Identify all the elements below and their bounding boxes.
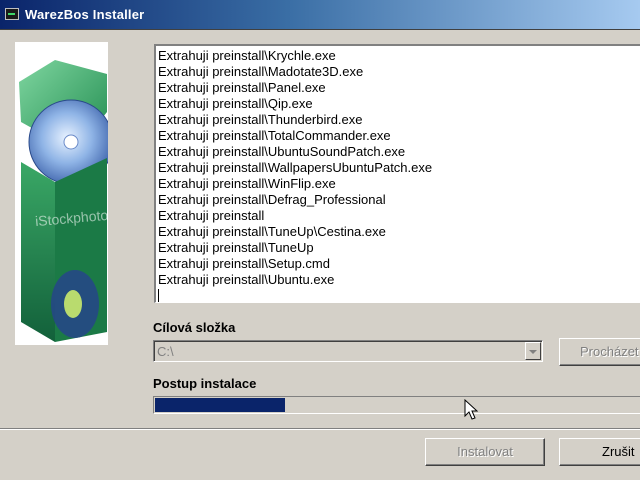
footer-separator (0, 428, 640, 430)
cancel-button[interactable]: Zrušit (559, 438, 640, 466)
log-line: Extrahuji preinstall\TotalCommander.exe (158, 128, 391, 143)
log-line: Extrahuji preinstall\Qip.exe (158, 96, 313, 111)
log-line: Extrahuji preinstall\Thunderbird.exe (158, 112, 363, 127)
log-line: Extrahuji preinstall\UbuntuSoundPatch.ex… (158, 144, 406, 159)
cd-box-graphic (19, 60, 108, 342)
log-line: Extrahuji preinstall\TuneUp (158, 240, 314, 255)
chevron-down-icon[interactable] (525, 342, 541, 360)
title-bar: WarezBos Installer (0, 0, 640, 30)
window-title: WarezBos Installer (25, 7, 145, 22)
target-folder-value: C:\ (157, 344, 174, 359)
log-line: Extrahuji preinstall\Madotate3D.exe (158, 64, 364, 79)
log-line: Extrahuji preinstall\Ubuntu.exe (158, 272, 335, 287)
browse-button[interactable]: Procházet (559, 338, 640, 366)
console-app-icon (5, 8, 19, 20)
log-line: Extrahuji preinstall\WinFlip.exe (158, 176, 336, 191)
installer-side-image: iStockphoto (15, 42, 108, 345)
target-folder-label: Cílová složka (153, 320, 236, 335)
mouse-pointer-icon (464, 399, 478, 420)
log-line: Extrahuji preinstall\Setup.cmd (158, 256, 330, 271)
install-button[interactable]: Instalovat (425, 438, 545, 466)
log-line: Extrahuji preinstall\WallpapersUbuntuPat… (158, 160, 433, 175)
progress-fill (155, 398, 286, 412)
log-line: Extrahuji preinstall\TuneUp\Cestina.exe (158, 224, 386, 239)
install-progress-bar (153, 396, 640, 414)
log-line: Extrahuji preinstall\Krychle.exe (158, 48, 336, 63)
progress-label: Postup instalace (153, 376, 257, 391)
log-lines: Extrahuji preinstall\Krychle.exe Extrahuj… (158, 48, 640, 288)
log-line: Extrahuji preinstall (158, 208, 265, 223)
log-line: Extrahuji preinstall\Defrag_Professional (158, 192, 386, 207)
target-folder-combobox[interactable]: C:\ (153, 340, 543, 362)
log-line: Extrahuji preinstall\Panel.exe (158, 80, 326, 95)
install-log[interactable]: Extrahuji preinstall\Krychle.exe Extrahuj… (154, 44, 640, 303)
text-caret (158, 289, 159, 302)
